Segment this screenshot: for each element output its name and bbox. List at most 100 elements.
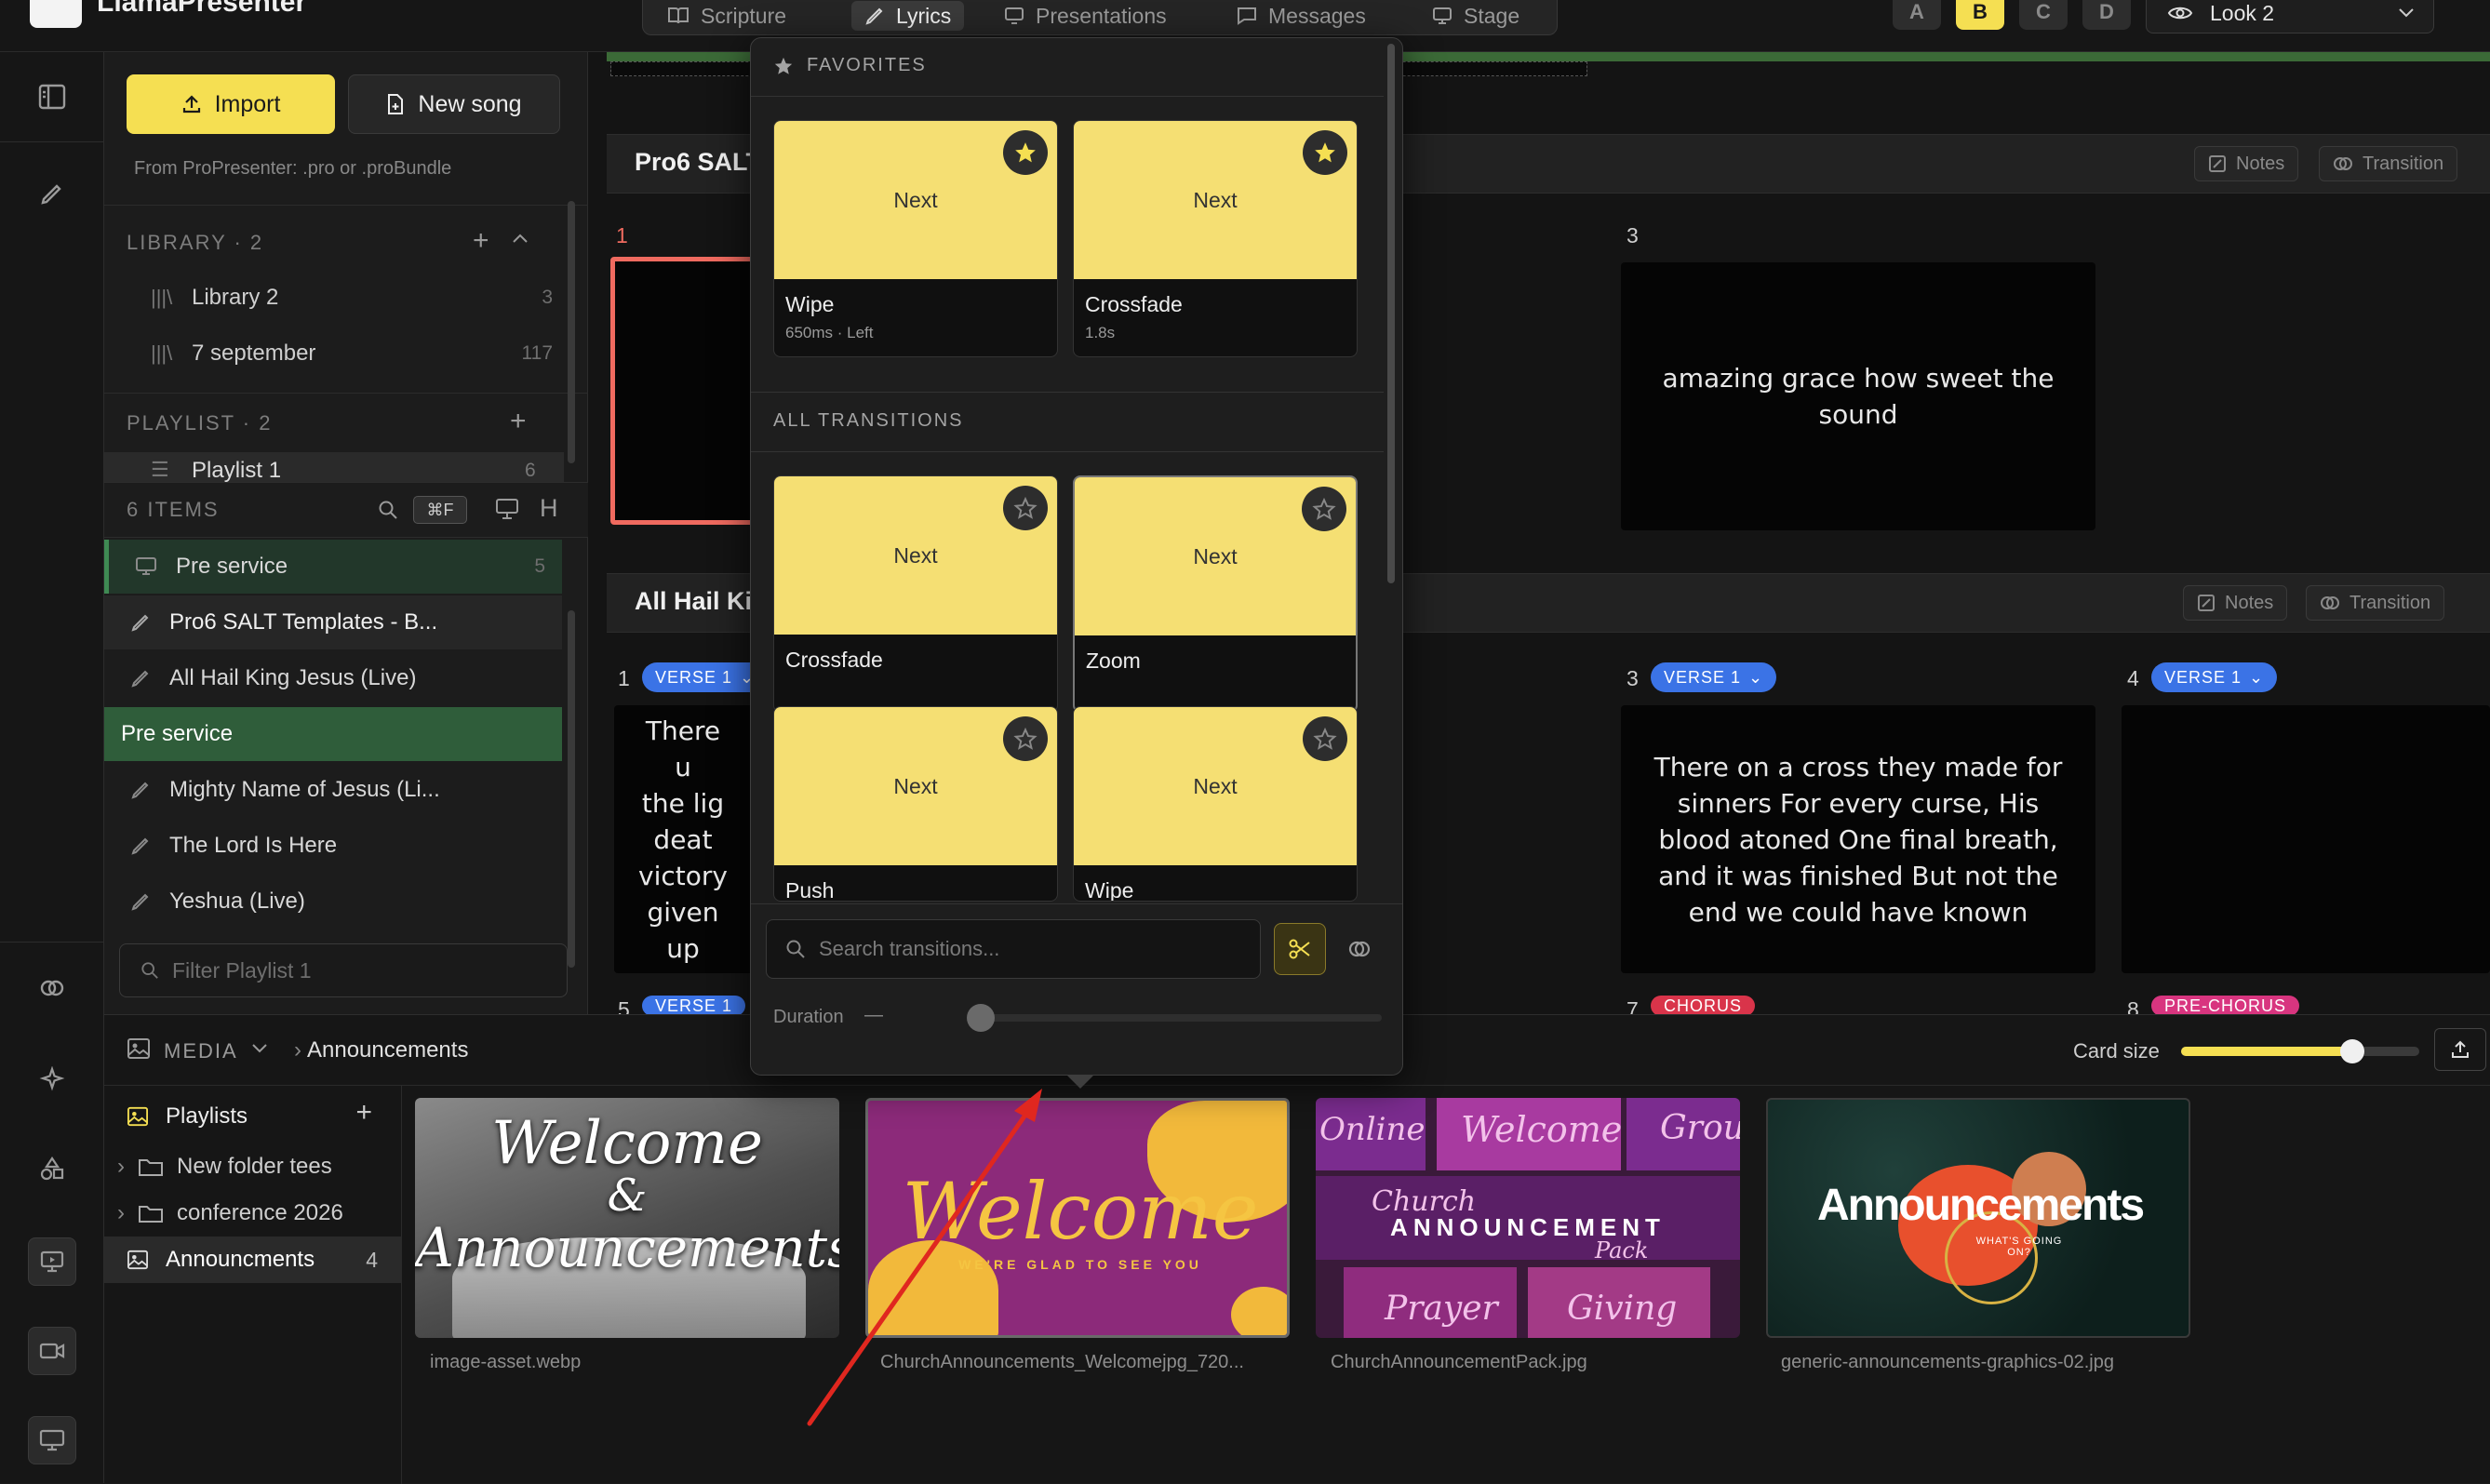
- items-scrollbar[interactable]: [568, 610, 575, 968]
- tab-stage[interactable]: Stage: [1432, 1, 1519, 31]
- transition-button[interactable]: Transition: [2319, 146, 2458, 181]
- playlist-item[interactable]: ☰ Playlist 1 6: [104, 452, 564, 482]
- media-playlist-active[interactable]: Announcments 4: [104, 1237, 402, 1283]
- transition-card[interactable]: Next Wipe: [1073, 706, 1358, 902]
- present-icon[interactable]: [495, 498, 519, 520]
- notes-button[interactable]: Notes: [2183, 585, 2288, 621]
- transition-card[interactable]: Next Push: [773, 706, 1058, 902]
- media-thumbnail[interactable]: Announcements WHAT'S GOING ON?: [1766, 1098, 2190, 1338]
- library-item[interactable]: |||\ 7 september 117: [151, 328, 553, 380]
- slide-number: 3: [1627, 223, 1639, 247]
- media-folder[interactable]: › conference 2026: [104, 1190, 402, 1237]
- star-filled-icon[interactable]: [1003, 130, 1048, 175]
- media-screen-icon[interactable]: [28, 1237, 76, 1286]
- header-toggle[interactable]: H: [540, 494, 558, 523]
- list-item-label: All Hail King Jesus (Live): [169, 665, 417, 690]
- tab-scripture[interactable]: Scripture: [667, 1, 786, 31]
- notes-icon: [2197, 594, 2216, 612]
- tab-messages[interactable]: Messages: [1237, 1, 1366, 31]
- export-button[interactable]: [2434, 1028, 2486, 1071]
- tab-label: Presentations: [1036, 3, 1167, 28]
- library-scrollbar[interactable]: [568, 201, 575, 463]
- message-icon: [1237, 7, 1257, 25]
- import-button[interactable]: Import: [127, 74, 335, 134]
- transition-card-favorite[interactable]: Next Crossfade 1.8s: [1073, 120, 1358, 357]
- duration-slider-thumb[interactable]: [967, 1004, 995, 1032]
- star-outline-icon[interactable]: [1003, 486, 1048, 530]
- link-icon[interactable]: [32, 968, 73, 1009]
- look-a-button[interactable]: A: [1893, 0, 1941, 30]
- list-item[interactable]: All Hail King Jesus (Live): [104, 651, 562, 705]
- star-filled-icon[interactable]: [1303, 130, 1347, 175]
- collapse-library-icon[interactable]: [512, 233, 529, 244]
- lyrics-pen-icon[interactable]: [32, 173, 73, 214]
- items-toolbar: 6 ITEMS ⌘F H: [104, 482, 588, 538]
- slide-card[interactable]: [2122, 705, 2490, 973]
- camera-icon[interactable]: [28, 1327, 76, 1375]
- list-item[interactable]: Pro6 SALT Templates - B...: [104, 595, 562, 649]
- tab-lyrics[interactable]: Lyrics: [851, 1, 965, 31]
- chevron-down-icon[interactable]: [251, 1043, 268, 1054]
- chorus-tag[interactable]: CHORUS: [1651, 996, 1756, 1016]
- media-label[interactable]: MEDIA: [164, 1039, 238, 1063]
- display-icon[interactable]: [28, 1416, 76, 1464]
- media-folder[interactable]: › New folder tees: [104, 1143, 402, 1190]
- add-media-playlist-icon[interactable]: +: [355, 1097, 372, 1129]
- monitor-icon: [135, 556, 157, 577]
- star-outline-icon[interactable]: [1302, 487, 1346, 531]
- link-icon: [2320, 593, 2340, 613]
- pre-chorus-tag[interactable]: PRE-CHORUS: [2151, 996, 2300, 1016]
- media-thumbnail[interactable]: Welcome & Announcements: [415, 1098, 839, 1338]
- list-item[interactable]: Mighty Name of Jesus (Li...: [104, 763, 562, 817]
- transition-card[interactable]: Next Crossfade: [773, 475, 1058, 713]
- look-d-button[interactable]: D: [2082, 0, 2131, 30]
- look-select[interactable]: Look 2: [2146, 0, 2434, 33]
- notes-button[interactable]: Notes: [2194, 146, 2299, 181]
- list-item-section[interactable]: Pre service 5: [104, 540, 562, 594]
- tab-presentations[interactable]: Presentations: [1004, 1, 1167, 31]
- transition-name: Zoom: [1086, 648, 1141, 673]
- thumbnail-art-text: Giving: [1567, 1290, 1678, 1328]
- popover-footer: Search transitions... Duration —: [751, 903, 1402, 1075]
- link-icon[interactable]: [1346, 936, 1372, 962]
- verse-tag[interactable]: VERSE 1: [642, 996, 746, 1016]
- list-item[interactable]: The Lord Is Here: [104, 819, 562, 873]
- new-song-button[interactable]: New song: [348, 74, 560, 134]
- scissors-button[interactable]: [1274, 923, 1326, 975]
- verse-tag[interactable]: VERSE 1 ⌄: [642, 662, 769, 692]
- look-b-button[interactable]: B: [1956, 0, 2004, 30]
- search-transitions-input[interactable]: Search transitions...: [766, 919, 1261, 979]
- playlist-header: PLAYLIST · 2: [127, 411, 273, 435]
- verse-tag[interactable]: VERSE 1 ⌄: [2151, 662, 2278, 692]
- media-thumbnail[interactable]: Online Welcome Group Church ANNOUNCEMENT…: [1316, 1098, 1740, 1338]
- star-outline-icon[interactable]: [1003, 716, 1048, 761]
- popover-scrollbar[interactable]: [1387, 44, 1395, 583]
- transition-name: Crossfade: [785, 648, 883, 672]
- library-item[interactable]: |||\ Library 2 3: [151, 272, 553, 324]
- list-item-section-active[interactable]: Pre service: [104, 707, 562, 761]
- transition-card-selected[interactable]: Next Zoom: [1073, 475, 1358, 713]
- add-playlist-icon[interactable]: +: [510, 406, 527, 437]
- shapes-icon[interactable]: [32, 1148, 73, 1189]
- transition-button[interactable]: Transition: [2306, 585, 2445, 621]
- slide-card[interactable]: There on a cross they made for sinners F…: [1621, 705, 2095, 973]
- add-library-icon[interactable]: +: [473, 225, 489, 257]
- slide-card[interactable]: amazing grace how sweet the sound: [1621, 262, 2095, 530]
- toggle-sidebar-icon[interactable]: [32, 76, 73, 117]
- card-size-thumb[interactable]: [2340, 1039, 2365, 1063]
- transition-card-favorite[interactable]: Next Wipe 650ms · Left: [773, 120, 1058, 357]
- tab-label: Stage: [1464, 3, 1520, 28]
- filter-playlist-input[interactable]: Filter Playlist 1: [119, 943, 568, 997]
- playlists-header: Playlists +: [104, 1093, 402, 1140]
- sparkle-icon[interactable]: [32, 1059, 73, 1100]
- search-icon[interactable]: [378, 500, 398, 520]
- library-sidebar: Import New song From ProPresenter: .pro …: [104, 52, 588, 1014]
- thumbnail-art-text: Online: [1319, 1111, 1426, 1148]
- list-item[interactable]: Yeshua (Live): [104, 875, 562, 929]
- duration-slider[interactable]: [967, 1004, 1382, 1032]
- tag-label: VERSE 1: [2164, 667, 2242, 687]
- verse-tag[interactable]: VERSE 1 ⌄: [1651, 662, 1777, 692]
- card-size-slider[interactable]: [2181, 1039, 2419, 1063]
- star-outline-icon[interactable]: [1303, 716, 1347, 761]
- look-c-button[interactable]: C: [2019, 0, 2068, 30]
